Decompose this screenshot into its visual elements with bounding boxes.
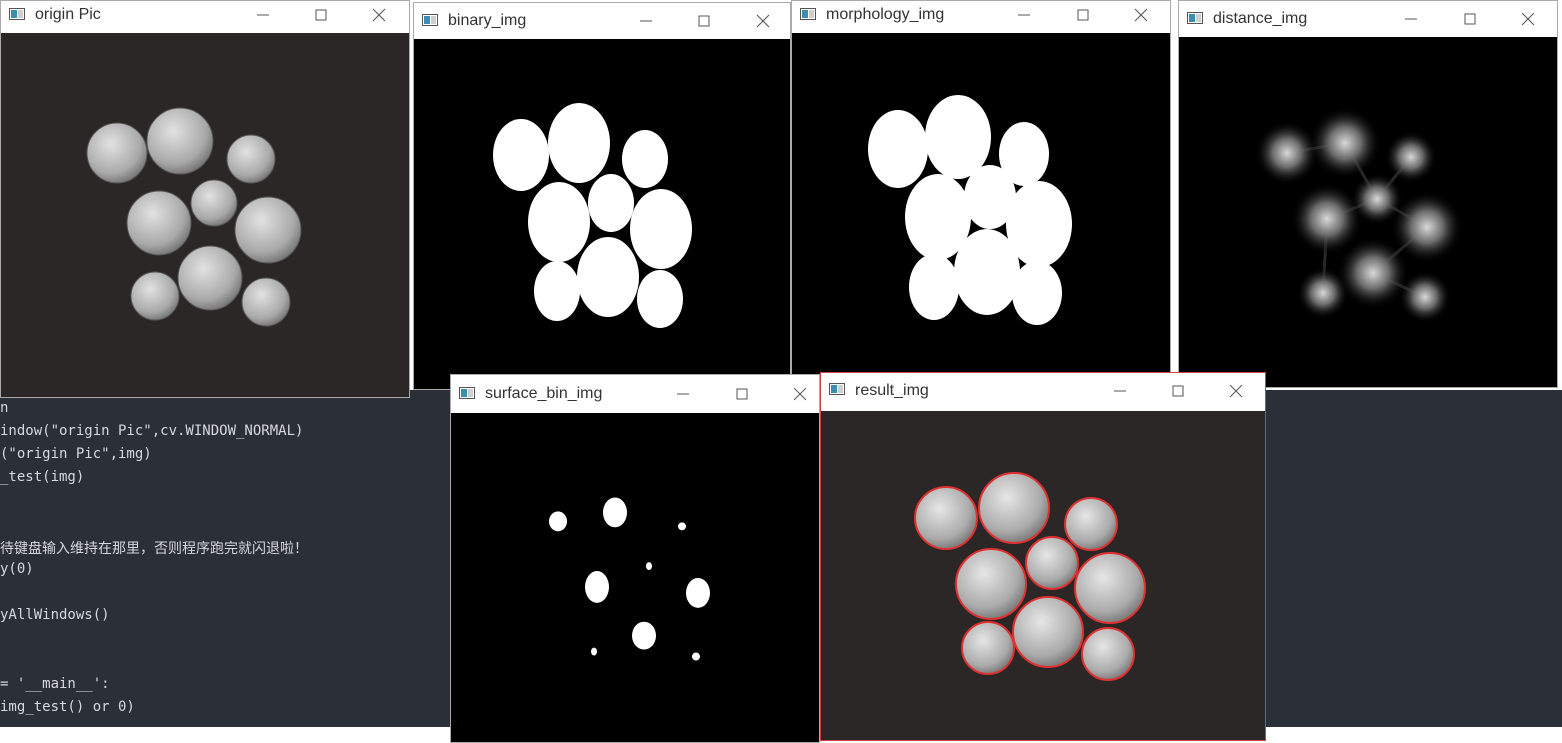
minimize-icon[interactable]	[1399, 7, 1423, 31]
window-title: distance_img	[1213, 10, 1308, 27]
code-line: yAllWindows()	[0, 607, 110, 623]
maximize-icon[interactable]	[730, 382, 754, 406]
window-title: surface_bin_img	[485, 385, 603, 402]
image-canvas	[451, 413, 819, 742]
image-window-icon	[800, 8, 816, 20]
code-line: indow("origin Pic",cv.WINDOW_NORMAL)	[0, 423, 304, 439]
window-result-img[interactable]: result_img	[820, 372, 1266, 741]
image-window-icon	[9, 8, 25, 20]
maximize-icon[interactable]	[309, 3, 333, 27]
code-line: y(0)	[0, 561, 34, 577]
maximize-icon[interactable]	[692, 9, 716, 33]
maximize-icon[interactable]	[1166, 379, 1190, 403]
close-icon[interactable]	[1129, 3, 1153, 27]
close-icon[interactable]	[367, 3, 391, 27]
code-line: 待键盘输入维持在那里，否则程序跑完就闪退啦！	[0, 541, 308, 557]
minimize-icon[interactable]	[671, 382, 695, 406]
image-window-icon	[1187, 12, 1203, 24]
minimize-icon[interactable]	[1012, 3, 1036, 27]
title-bar[interactable]: morphology_img	[792, 1, 1170, 33]
window-surface-bin-img[interactable]: surface_bin_img	[450, 374, 820, 743]
minimize-icon[interactable]	[1108, 379, 1132, 403]
window-origin-pic[interactable]: origin Pic	[0, 0, 410, 398]
title-bar[interactable]: origin Pic	[1, 1, 409, 33]
close-icon[interactable]	[1224, 379, 1248, 403]
close-icon[interactable]	[751, 9, 775, 33]
image-canvas	[821, 411, 1265, 740]
image-canvas	[1179, 37, 1557, 387]
code-line: img_test() or 0)	[0, 699, 135, 715]
window-distance-img[interactable]: distance_img	[1178, 0, 1558, 388]
image-canvas	[792, 33, 1170, 387]
window-binary-img[interactable]: binary_img	[413, 2, 791, 390]
maximize-icon[interactable]	[1458, 7, 1482, 31]
window-title: result_img	[855, 382, 929, 399]
title-bar[interactable]: result_img	[821, 373, 1265, 409]
title-bar[interactable]: distance_img	[1179, 1, 1557, 37]
window-title: origin Pic	[35, 6, 101, 23]
code-line: ("origin Pic",img)	[0, 446, 152, 462]
code-line: _test(img)	[0, 469, 85, 485]
title-bar[interactable]: surface_bin_img	[451, 375, 819, 413]
minimize-icon[interactable]	[251, 3, 275, 27]
window-morphology-img[interactable]: morphology_img	[791, 0, 1171, 388]
window-title: morphology_img	[826, 6, 945, 23]
maximize-icon[interactable]	[1071, 3, 1095, 27]
image-canvas	[1, 33, 409, 397]
minimize-icon[interactable]	[634, 9, 658, 33]
image-window-icon	[422, 14, 438, 26]
image-canvas	[414, 39, 790, 389]
window-title: binary_img	[448, 12, 527, 29]
image-window-icon	[829, 383, 845, 395]
title-bar[interactable]: binary_img	[414, 3, 790, 39]
image-window-icon	[459, 387, 475, 399]
close-icon[interactable]	[788, 382, 812, 406]
code-line: n	[0, 400, 9, 416]
close-icon[interactable]	[1516, 7, 1540, 31]
code-line: = '__main__':	[0, 676, 110, 692]
